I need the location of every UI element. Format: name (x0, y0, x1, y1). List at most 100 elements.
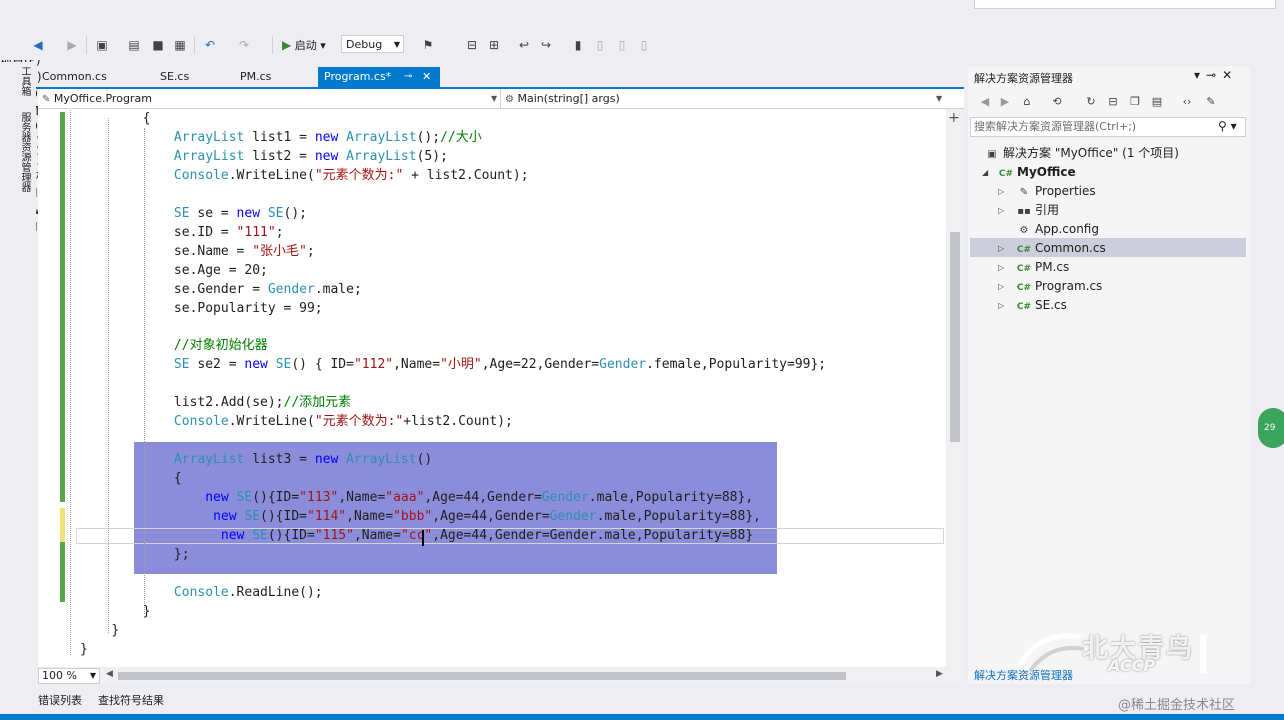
code-token: (); (416, 129, 441, 145)
tab-program-cs[interactable]: Program.cs* ⊸ ✕ (318, 67, 440, 87)
code-token: Console (173, 414, 229, 430)
code-editor[interactable] (38, 109, 964, 667)
zoom-select[interactable]: 100 % ▼ (38, 668, 100, 684)
undo-icon[interactable]: ↶ (202, 37, 218, 53)
tree-item-references[interactable]: ▪▪ 引用 (1016, 201, 1059, 220)
refresh-icon[interactable]: ↻ (1084, 95, 1098, 109)
code-line: se.ID = "111"; (80, 225, 284, 241)
saved-change-bar (60, 542, 65, 602)
comment-icon[interactable]: ↩ (516, 37, 532, 53)
close-icon[interactable]: ✕ (422, 67, 431, 87)
collapsed-arrow-icon[interactable]: ▷ (998, 258, 1004, 277)
collapsed-arrow-icon[interactable]: ▷ (998, 239, 1004, 258)
output-tabs (36, 688, 966, 710)
uncomment-icon[interactable]: ↪ (538, 37, 554, 53)
unsaved-change-bar (60, 508, 65, 542)
collapsed-arrow-icon[interactable]: ▷ (998, 182, 1004, 201)
tab-se-cs[interactable]: SE.cs (154, 67, 226, 87)
start-debug-button[interactable]: ▶ 启动 ▾ (282, 36, 326, 54)
code-token: se = (189, 205, 237, 221)
code-token: () { ID= (291, 357, 354, 373)
open-file-icon[interactable]: ▤ (126, 37, 142, 53)
code-line: Console.ReadLine(); (80, 585, 323, 601)
chevron-down-icon: ▼ (393, 40, 400, 49)
tree-item-properties[interactable]: ✎ Properties (1016, 182, 1096, 201)
code-token: //添加元素 (283, 395, 352, 411)
code-token: se.Popularity = 99; (173, 300, 323, 316)
toolbox-tab[interactable]: 工具箱 (16, 66, 30, 96)
find-icon[interactable]: ⚑ (420, 37, 436, 53)
solution-config-select[interactable]: Debug ▼ (341, 35, 404, 53)
chevron-down-icon[interactable]: ▾ (1194, 68, 1206, 82)
save-icon[interactable]: ■ (150, 37, 166, 53)
code-token: "bbb" (393, 508, 433, 524)
next-bookmark-icon[interactable]: ▯ (614, 37, 630, 53)
tree-project[interactable]: C# MyOffice (998, 163, 1076, 182)
code-line: se.Gender = Gender.male; (80, 282, 362, 298)
back-icon[interactable]: ◀ (30, 37, 46, 53)
forward-icon[interactable]: ▶ (998, 95, 1012, 109)
code-line: SE se2 = new SE() { ID="112",Name="小明",A… (80, 357, 826, 373)
bookmark-icon[interactable]: ▮ (570, 37, 586, 53)
columns-icon[interactable]: ⊞ (486, 37, 502, 53)
collapsed-arrow-icon[interactable]: ▷ (998, 201, 1004, 220)
code-token: Gender (599, 357, 647, 373)
class-navigator[interactable]: ✎ MyOffice.Program (42, 89, 152, 108)
wrench-icon[interactable]: ✎ (1204, 95, 1218, 109)
tab-pm-cs[interactable]: PM.cs (234, 67, 314, 87)
method-icon: ⚙ (505, 94, 514, 105)
chevron-down-icon[interactable]: ▼ (936, 89, 942, 108)
tree-item-program-cs[interactable]: C# Program.cs (1016, 277, 1102, 296)
clear-bookmarks-icon[interactable]: ▯ (636, 37, 652, 53)
split-icon[interactable]: + (948, 110, 960, 126)
chevron-down-icon[interactable]: ▼ (491, 89, 497, 108)
vertical-scroll-thumb[interactable] (950, 232, 960, 442)
code-token: "小明" (440, 357, 482, 373)
format-icon[interactable]: ⊟ (464, 37, 480, 53)
code-line: se.Age = 20; (80, 263, 268, 279)
scroll-left-icon[interactable]: ◀ (106, 669, 113, 679)
show-all-files-icon[interactable]: ❐ (1128, 95, 1142, 109)
tree-item-pm-cs[interactable]: C# PM.cs (1016, 258, 1069, 277)
collapsed-arrow-icon[interactable]: ▷ (998, 296, 1004, 315)
home-icon[interactable]: ⌂ (1020, 95, 1034, 109)
scroll-right-icon[interactable]: ▶ (936, 669, 943, 679)
sync-icon[interactable]: ⟲ (1050, 95, 1064, 109)
tree-item-app-config[interactable]: ⚙ App.config (1016, 220, 1099, 239)
redo-icon[interactable]: ↷ (236, 37, 252, 53)
properties-icon[interactable]: ▤ (1150, 95, 1164, 109)
save-all-icon[interactable]: ▦ (172, 37, 188, 53)
tree-item-se-cs[interactable]: C# SE.cs (1016, 296, 1067, 315)
tab-find-symbol-results[interactable]: 查找符号结果 (98, 692, 164, 708)
member-navigator[interactable]: ⚙ Main(string[] args) (505, 89, 620, 108)
search-icon[interactable]: ⚲ ▾ (1218, 119, 1237, 133)
tab-common-cs[interactable]: Common.cs (36, 67, 148, 87)
quick-launch-input[interactable] (974, 0, 1276, 9)
expanded-arrow-icon[interactable]: ◢ (982, 163, 988, 182)
editor-margin (38, 109, 58, 667)
code-line: } (80, 642, 88, 658)
tab-error-list[interactable]: 错误列表 (38, 692, 82, 708)
floating-badge[interactable]: 29 (1258, 408, 1284, 448)
prev-bookmark-icon[interactable]: ▯ (592, 37, 608, 53)
solution-explorer-search[interactable]: 搜索解决方案资源管理器(Ctrl+;) (970, 117, 1246, 137)
code-line: { (80, 111, 151, 127)
horizontal-scroll-thumb[interactable] (118, 672, 846, 680)
tree-solution[interactable]: ▣ 解决方案 "MyOffice" (1 个项目) (984, 144, 1179, 163)
pin-icon[interactable]: ⊸ (1206, 68, 1222, 82)
collapse-all-icon[interactable]: ⊟ (1106, 95, 1120, 109)
new-project-icon[interactable]: ▣ (94, 37, 110, 53)
close-icon[interactable]: ✕ (1222, 68, 1238, 82)
code-token: +list2.Count); (403, 414, 513, 430)
server-explorer-tab[interactable]: 服务器资源管理器 (16, 112, 30, 192)
view-code-icon[interactable]: ‹› (1180, 95, 1194, 109)
code-token: ArrayList (173, 148, 245, 164)
collapsed-arrow-icon[interactable]: ▷ (998, 277, 1004, 296)
back-icon[interactable]: ◀ (978, 95, 992, 109)
pin-icon[interactable]: ⊸ (404, 67, 412, 87)
forward-icon[interactable]: ▶ (64, 37, 80, 53)
tree-item-common-cs[interactable]: C# Common.cs (1016, 239, 1106, 258)
code-token: "cc" (400, 527, 433, 543)
